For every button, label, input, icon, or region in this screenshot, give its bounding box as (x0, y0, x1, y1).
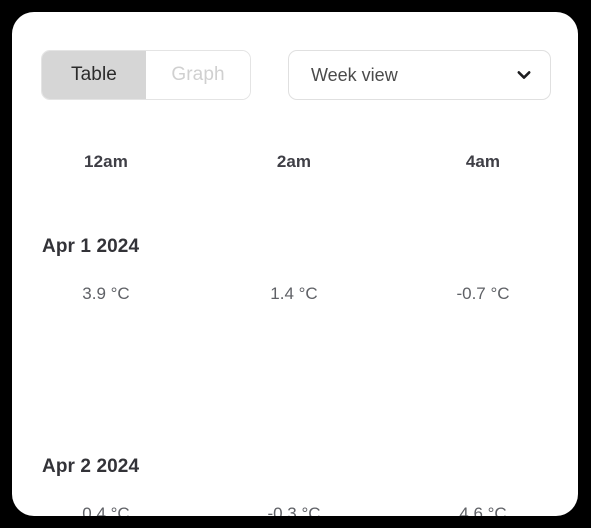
table-header-row: 12am 2am 4am (12, 112, 578, 186)
group-separator-cell (12, 314, 200, 406)
reading-value: -0.3 °C (267, 504, 321, 516)
table-body: Apr 1 2024 3.9 °C 1.4 °C -0.7 °C Apr 2 2… (12, 186, 578, 516)
reading-value: 1.4 °C (270, 284, 318, 303)
range-view-selected-label: Week view (311, 64, 398, 85)
column-header-1: 2am (276, 152, 312, 171)
weather-table-card: Table Graph Week view 12am 2am 4am Apr 1… (12, 12, 578, 516)
group-separator-row (12, 314, 578, 406)
group-date-spacer (200, 406, 388, 478)
column-header-2: 4am (465, 152, 501, 171)
group-date-label: Apr 1 2024 (42, 236, 140, 257)
group-date-spacer (388, 406, 578, 478)
tab-graph[interactable]: Graph (146, 51, 250, 99)
reading-value: 4.6 °C (459, 504, 507, 516)
readings-table: 12am 2am 4am Apr 1 2024 3.9 °C 1.4 °C -0… (12, 112, 578, 516)
group-separator-cell (200, 314, 388, 406)
table-head: 12am 2am 4am (12, 112, 578, 186)
tab-table[interactable]: Table (42, 51, 146, 99)
reading-value: -0.7 °C (456, 284, 510, 303)
column-header-0: 12am (84, 152, 128, 171)
reading-value: 0.4 °C (82, 504, 130, 516)
chevron-down-icon (514, 65, 534, 85)
date-group-row: Apr 1 2024 (12, 186, 578, 258)
group-date-spacer (200, 186, 388, 258)
group-date-label: Apr 2 2024 (42, 456, 140, 477)
screen-root: Table Graph Week view 12am 2am 4am Apr 1… (0, 0, 591, 528)
view-mode-segmented-control[interactable]: Table Graph (41, 50, 251, 100)
readings-table-container: 12am 2am 4am Apr 1 2024 3.9 °C 1.4 °C -0… (12, 112, 578, 516)
card-toolbar: Table Graph Week view (12, 12, 578, 112)
group-date-spacer (388, 186, 578, 258)
table-row: 0.4 °C -0.3 °C 4.6 °C (12, 478, 578, 516)
table-row: 3.9 °C 1.4 °C -0.7 °C (12, 258, 578, 314)
reading-value: 3.9 °C (82, 284, 130, 303)
range-view-dropdown[interactable]: Week view (288, 50, 551, 100)
group-separator-cell (388, 314, 578, 406)
date-group-row: Apr 2 2024 (12, 406, 578, 478)
